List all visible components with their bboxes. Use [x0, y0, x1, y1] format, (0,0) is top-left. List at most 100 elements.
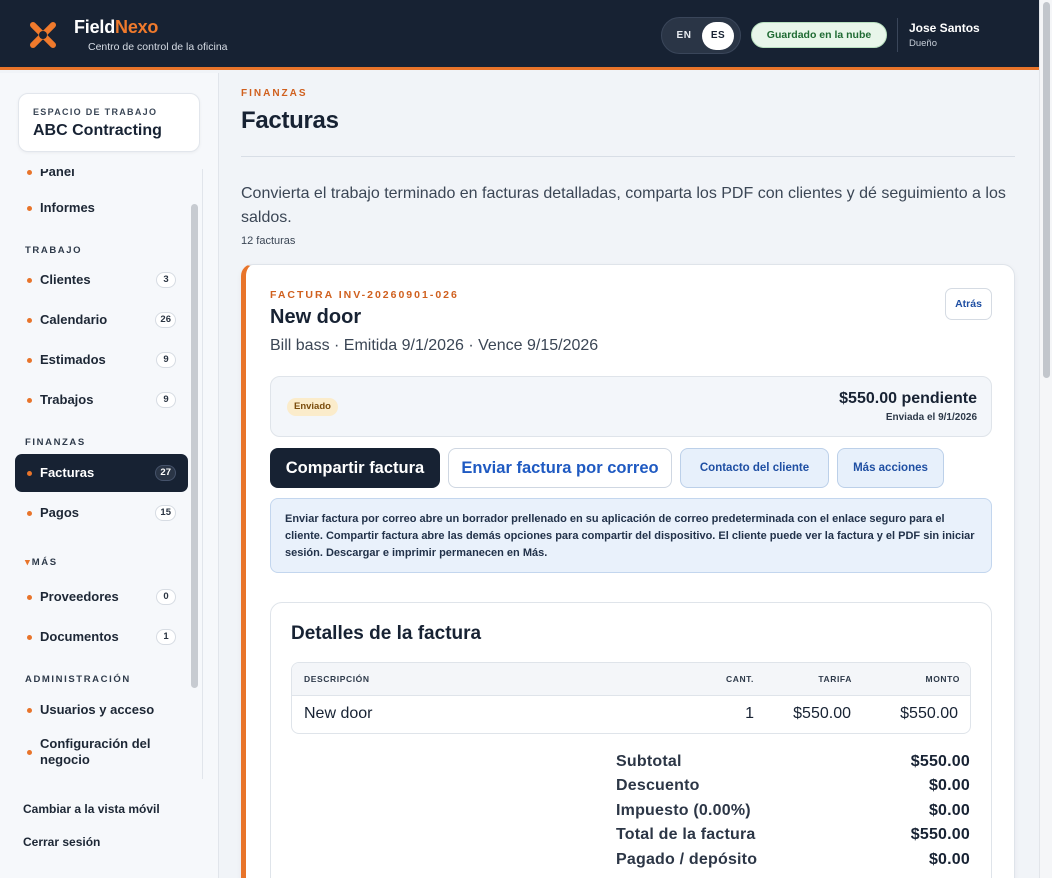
count-badge: 3 [156, 272, 176, 288]
sidebar-item-facturas[interactable]: Facturas 27 [15, 454, 188, 492]
table-header: DESCRIPCIÓN CANT. TARIFA MONTO [292, 663, 970, 696]
line-items-table: DESCRIPCIÓN CANT. TARIFA MONTO New door … [291, 662, 971, 734]
cell-rate: $550.00 [793, 705, 851, 722]
lang-es-button[interactable]: ES [702, 22, 734, 50]
sidebar-item-label: Usuarios y acceso [40, 702, 155, 717]
invoice-title: New door [270, 306, 362, 328]
sidebar-item-label: Pagos [40, 505, 80, 520]
cell-amount: $550.00 [900, 705, 958, 722]
count-badge: 0 [156, 589, 176, 605]
page-eyebrow: FINANZAS [241, 88, 308, 99]
sent-date: Enviada el 9/1/2026 [885, 412, 977, 423]
tax-label: Impuesto (0.00%) [616, 802, 751, 819]
total-label: Total de la factura [616, 826, 756, 843]
total-value: $550.00 [910, 826, 970, 843]
workspace-card[interactable]: ESPACIO DE TRABAJO ABC Contracting [18, 93, 200, 152]
sidebar-item-panel[interactable]: Panel [15, 169, 188, 191]
lang-en-button[interactable]: EN [668, 22, 700, 50]
sidebar-item-label: Informes [40, 200, 95, 215]
sidebar-item-trabajos[interactable]: Trabajos 9 [15, 381, 188, 419]
mobile-view-link[interactable]: Cambiar a la vista móvil [23, 802, 160, 816]
sidebar-item-clientes[interactable]: Clientes 3 [15, 261, 188, 299]
tax-value: $0.00 [928, 802, 970, 819]
workspace-name: ABC Contracting [33, 122, 162, 139]
page-scrollbar[interactable] [1039, 0, 1052, 878]
sidebar-item-calendario[interactable]: Calendario 26 [15, 301, 188, 339]
bullet-icon [27, 635, 32, 640]
details-title: Detalles de la factura [291, 623, 482, 644]
scrollbar-thumb[interactable] [1043, 2, 1050, 378]
column-header-description: DESCRIPCIÓN [304, 674, 370, 684]
bullet-icon [27, 358, 32, 363]
caret-down-icon: ▾ [25, 557, 30, 568]
count-badge: 27 [155, 465, 176, 481]
cloud-save-status: Guardado en la nube [751, 22, 887, 48]
header-divider [897, 18, 898, 52]
sidebar-item-label: Calendario [40, 312, 108, 327]
invoice-status-panel: Enviado $550.00 pendiente Enviada el 9/1… [270, 376, 992, 437]
page-title: Facturas [241, 107, 339, 134]
count-badge: 1 [156, 629, 176, 645]
share-invoice-button[interactable]: Compartir factura [270, 448, 440, 488]
column-header-rate: TARIFA [818, 674, 852, 684]
status-badge: Enviado [287, 398, 338, 416]
count-badge: 9 [156, 392, 176, 408]
sidebar-item-label: Proveedores [40, 589, 119, 604]
email-invoice-button[interactable]: Enviar factura por correo [448, 448, 672, 488]
language-toggle: EN ES [661, 17, 741, 54]
sidebar-item-usuarios[interactable]: Usuarios y acceso [15, 691, 188, 729]
title-divider [241, 156, 1015, 157]
count-badge: 15 [155, 505, 176, 521]
logout-link[interactable]: Cerrar sesión [23, 835, 100, 849]
bullet-icon [27, 471, 32, 476]
section-mas-toggle[interactable]: ▾ MÁS [25, 557, 58, 568]
sidebar-scrollbar[interactable] [191, 204, 198, 688]
count-badge: 26 [155, 312, 176, 328]
discount-value: $0.00 [928, 777, 970, 794]
brand-subtitle: Centro de control de la oficina [88, 41, 228, 53]
sidebar-item-documentos[interactable]: Documentos 1 [15, 618, 188, 656]
user-role: Dueño [909, 38, 937, 49]
sharing-help-text: Enviar factura por correo abre un borrad… [270, 498, 992, 573]
invoice-details-card: Detalles de la factura DESCRIPCIÓN CANT.… [270, 602, 992, 878]
paid-label: Pagado / depósito [616, 851, 758, 868]
bullet-icon [27, 206, 32, 211]
invoice-number: FACTURA INV-20260901-026 [270, 289, 459, 301]
user-name[interactable]: Jose Santos [909, 21, 980, 35]
count-badge: 9 [156, 352, 176, 368]
sidebar-item-informes[interactable]: Informes [15, 189, 188, 227]
top-header: FieldNexo Centro de control de la oficin… [0, 0, 1039, 70]
subtotal-value: $550.00 [910, 753, 970, 770]
subtotal-label: Subtotal [616, 753, 682, 770]
more-actions-button[interactable]: Más acciones [837, 448, 944, 488]
sidebar-item-label: Estimados [40, 352, 106, 367]
column-header-qty: CANT. [725, 674, 754, 684]
back-button[interactable]: Atrás [945, 288, 992, 320]
discount-label: Descuento [616, 777, 700, 794]
column-header-amount: MONTO [925, 674, 960, 684]
sidebar-item-proveedores[interactable]: Proveedores 0 [15, 578, 188, 616]
sidebar-item-label: Documentos [40, 629, 119, 644]
bullet-icon [27, 398, 32, 403]
client-contact-button[interactable]: Contacto del cliente [680, 448, 829, 488]
sidebar-nav: Panel Informes TRABAJO Clientes 3 Calend… [0, 169, 203, 779]
invoice-meta: Bill bass · Emitida 9/1/2026 · Vence 9/1… [270, 337, 599, 354]
sidebar-item-label: Clientes [40, 272, 91, 287]
sidebar-item-pagos[interactable]: Pagos 15 [15, 494, 188, 532]
section-administracion: ADMINISTRACIÓN [25, 674, 131, 685]
brand-logo-icon [30, 22, 56, 48]
sidebar-item-configuracion[interactable]: Configuración del negocio [15, 731, 188, 769]
brand-name[interactable]: FieldNexo [74, 17, 158, 38]
page-intro: Convierta el trabajo terminado en factur… [241, 185, 1006, 226]
bullet-icon [27, 595, 32, 600]
sidebar-item-label: Configuración del negocio [40, 736, 151, 767]
paid-value: $0.00 [928, 851, 970, 868]
invoice-card: FACTURA INV-20260901-026 New door Bill b… [241, 264, 1015, 878]
sidebar-item-estimados[interactable]: Estimados 9 [15, 341, 188, 379]
bullet-icon [27, 750, 32, 755]
invoice-count: 12 facturas [241, 235, 296, 247]
bullet-icon [27, 170, 32, 175]
cell-qty: 1 [745, 705, 754, 722]
cell-description: New door [304, 705, 373, 722]
sidebar-item-label: Trabajos [40, 392, 94, 407]
